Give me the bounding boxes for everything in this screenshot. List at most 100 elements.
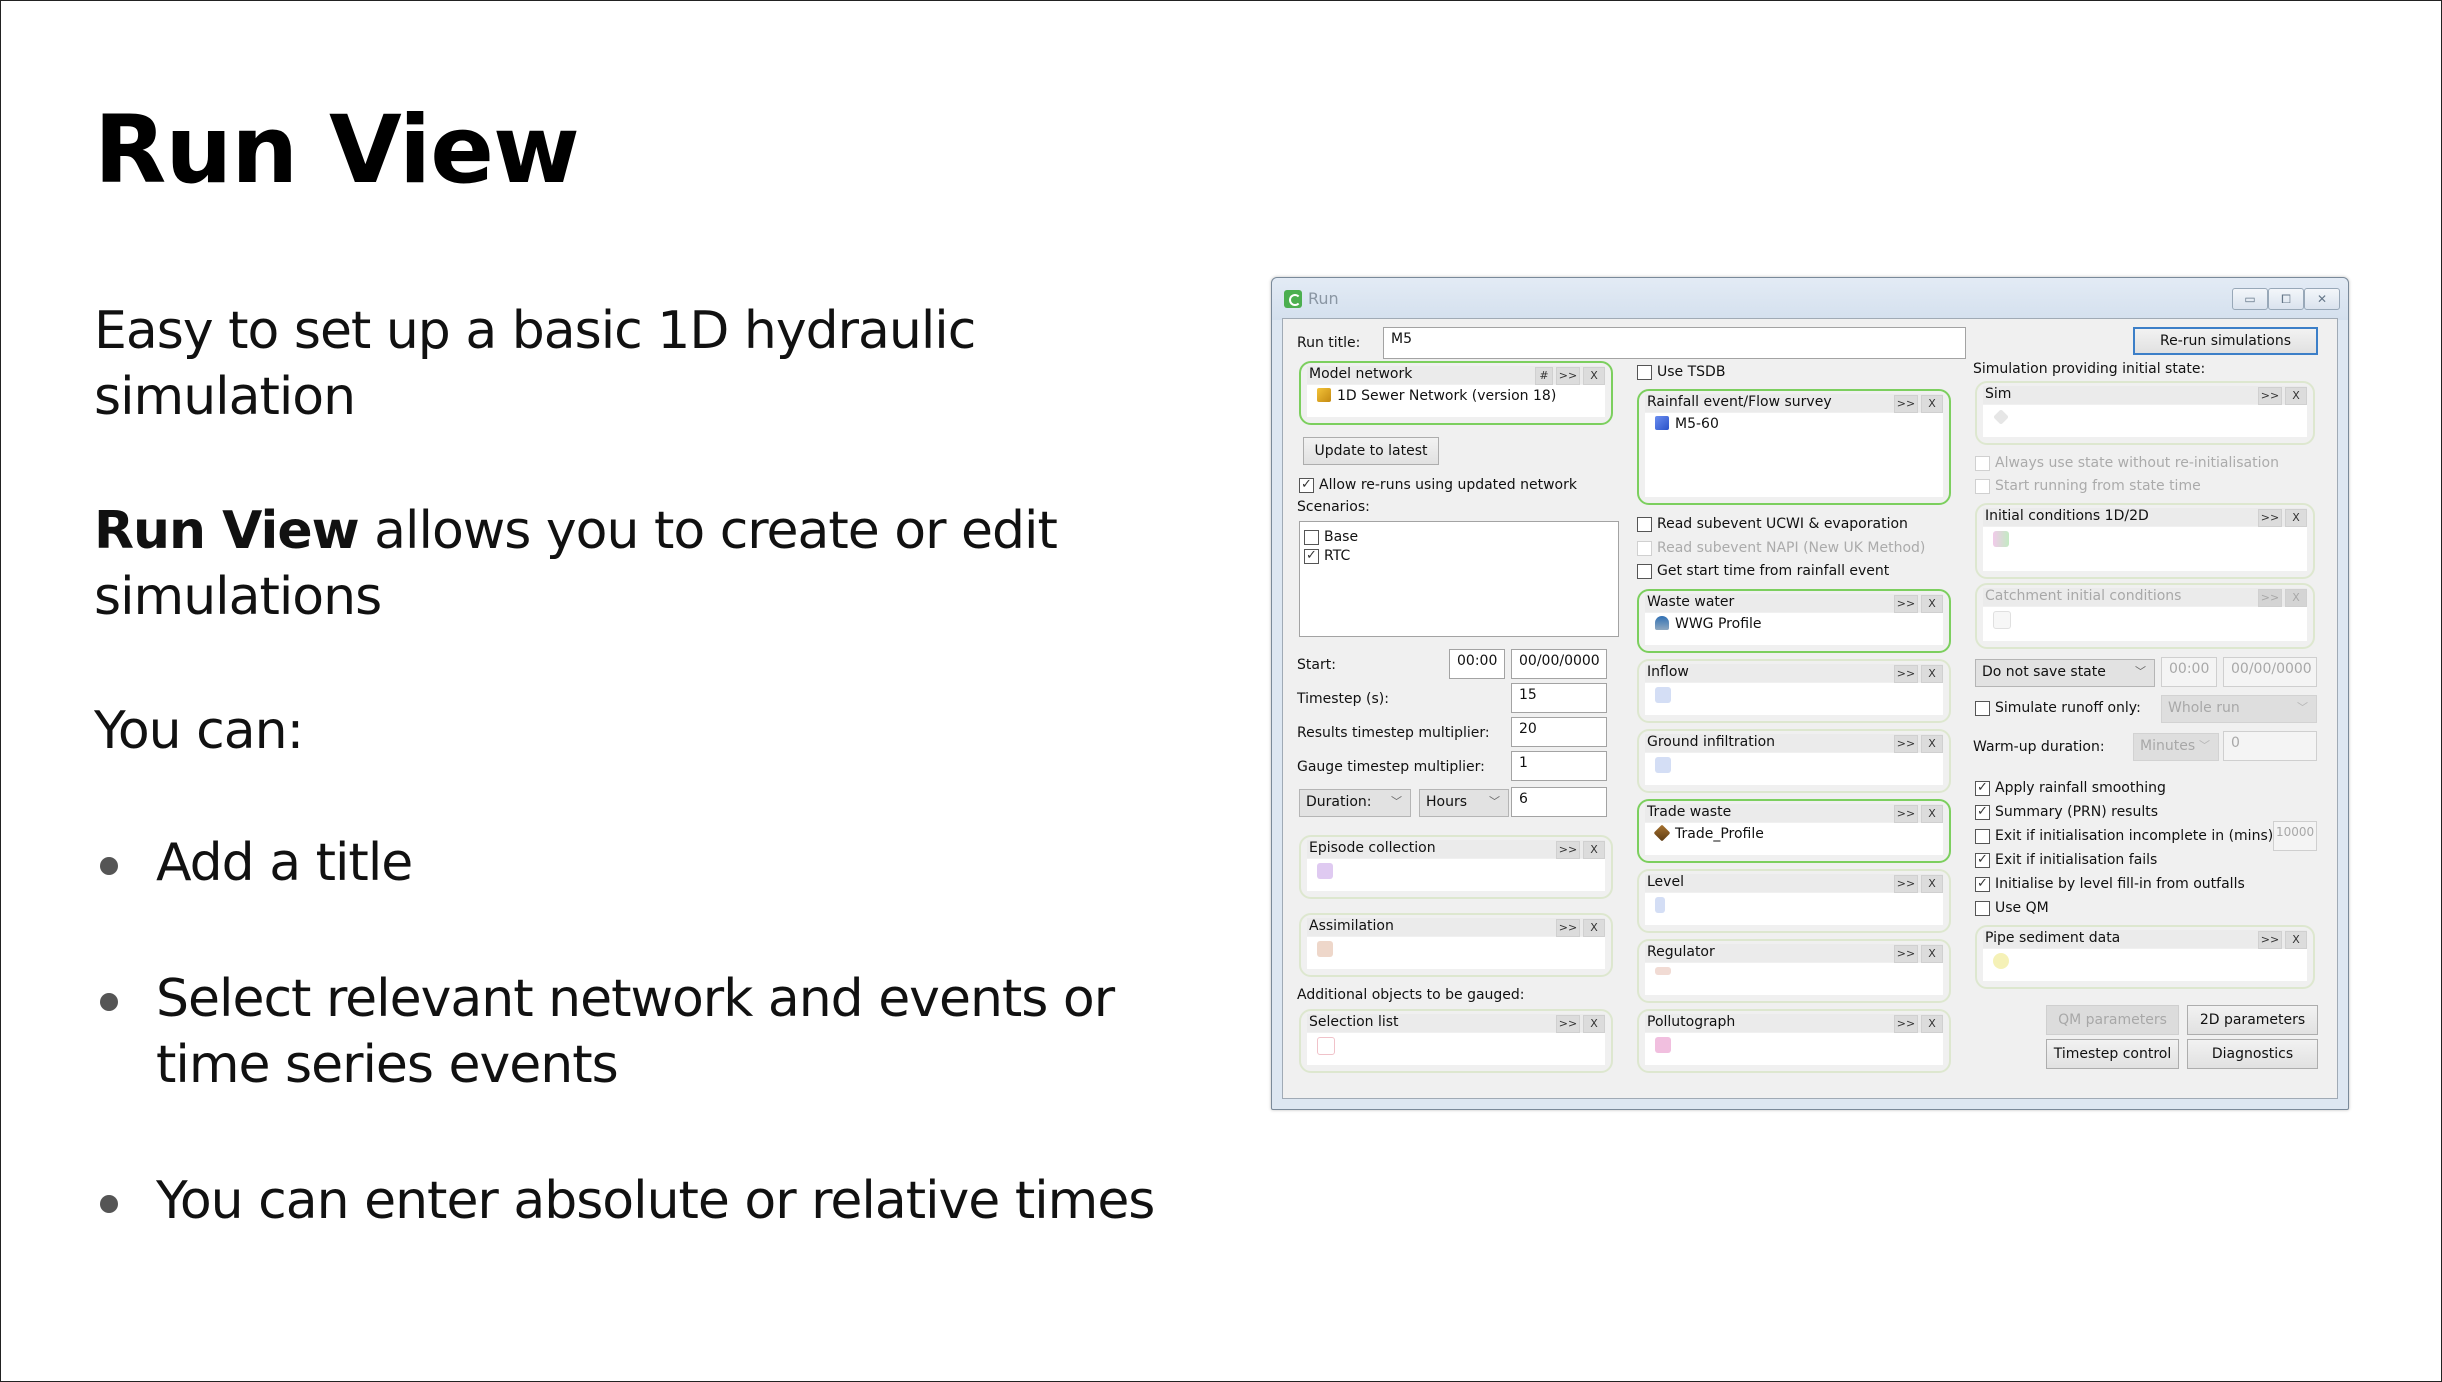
- allow-reruns-checkbox[interactable]: Allow re-runs using updated network: [1299, 476, 1577, 494]
- save-state-select[interactable]: Do not save state ﹀: [1975, 659, 2155, 687]
- timestep-input[interactable]: 15: [1511, 683, 1607, 713]
- summary-results-checkbox[interactable]: Summary (PRN) results: [1975, 803, 2158, 821]
- trade-waste-item[interactable]: Trade_Profile: [1653, 824, 1764, 842]
- initial-conditions-icon: [1993, 531, 2009, 547]
- use-tsdb-checkbox[interactable]: Use TSDB: [1637, 363, 1725, 381]
- selection-list-clear-button[interactable]: X: [1583, 1015, 1605, 1033]
- bullet-list: Add a title Select relevant network and …: [94, 830, 1214, 1304]
- inflow-clear-button[interactable]: X: [1921, 665, 1943, 683]
- chevron-down-icon: ﹀: [1489, 795, 1500, 808]
- rainfall-clear-button[interactable]: X: [1921, 395, 1943, 413]
- start-from-rainfall-checkbox[interactable]: Get start time from rainfall event: [1637, 562, 1889, 580]
- waste-water-clear-button[interactable]: X: [1921, 595, 1943, 613]
- inflow-browse-button[interactable]: >>: [1894, 665, 1918, 683]
- waste-water-browse-button[interactable]: >>: [1894, 595, 1918, 613]
- initial-conditions-group: Initial conditions 1D/2D >> X: [1975, 503, 2315, 579]
- pollutograph-browse-button[interactable]: >>: [1894, 1015, 1918, 1033]
- duration-unit-select[interactable]: Hours ﹀: [1419, 789, 1509, 817]
- episode-collection-icon: [1317, 863, 1333, 879]
- diagnostics-button[interactable]: Diagnostics: [2187, 1039, 2318, 1069]
- update-to-latest-button[interactable]: Update to latest: [1303, 437, 1439, 465]
- you-can-text: You can:: [94, 701, 304, 761]
- app-icon: [1284, 290, 1302, 308]
- pollutograph-clear-button[interactable]: X: [1921, 1015, 1943, 1033]
- catchment-ic-clear-button[interactable]: X: [2285, 589, 2307, 607]
- save-state-time-input[interactable]: 00:00: [2161, 657, 2217, 687]
- trade-waste-clear-button[interactable]: X: [1921, 805, 1943, 823]
- rainfall-event-item[interactable]: M5-60: [1655, 416, 1719, 432]
- scenario-rtc-checkbox[interactable]: RTC: [1304, 547, 1350, 565]
- catchment-ic-browse-button[interactable]: >>: [2258, 589, 2282, 607]
- pipe-sediment-clear-button[interactable]: X: [2285, 931, 2307, 949]
- trade-waste-browse-button[interactable]: >>: [1894, 805, 1918, 823]
- episode-collection-browse-button[interactable]: >>: [1556, 841, 1580, 859]
- warmup-unit-select[interactable]: Minutes ﹀: [2133, 733, 2219, 761]
- maximize-button[interactable]: ⧠: [2268, 288, 2304, 310]
- start-label: Start:: [1297, 657, 1336, 673]
- level-browse-button[interactable]: >>: [1894, 875, 1918, 893]
- model-network-item[interactable]: 1D Sewer Network (version 18): [1317, 388, 1556, 404]
- init-level-fill-checkbox[interactable]: Initialise by level fill-in from outfall…: [1975, 875, 2245, 893]
- gauge-multiplier-input[interactable]: 1: [1511, 751, 1607, 781]
- ground-infiltration-browse-button[interactable]: >>: [1894, 735, 1918, 753]
- close-icon: ✕: [2316, 292, 2328, 306]
- close-button[interactable]: ✕: [2304, 288, 2340, 310]
- episode-collection-clear-button[interactable]: X: [1583, 841, 1605, 859]
- model-network-browse-button[interactable]: >>: [1556, 367, 1580, 385]
- regulator-browse-button[interactable]: >>: [1894, 945, 1918, 963]
- ground-infiltration-group: Ground infiltration >> X: [1637, 729, 1951, 793]
- ground-infiltration-clear-button[interactable]: X: [1921, 735, 1943, 753]
- read-ucwi-checkbox[interactable]: Read subevent UCWI & evaporation: [1637, 515, 1908, 533]
- waste-water-item[interactable]: WWG Profile: [1655, 616, 1762, 632]
- start-time-input[interactable]: 00:00: [1449, 649, 1505, 679]
- run-title-input[interactable]: M5: [1383, 327, 1966, 359]
- chevron-down-icon: ﹀: [1391, 795, 1402, 808]
- always-use-state-checkbox[interactable]: Always use state without re-initialisati…: [1975, 454, 2279, 472]
- selection-list-browse-button[interactable]: >>: [1556, 1015, 1580, 1033]
- level-clear-button[interactable]: X: [1921, 875, 1943, 893]
- init-incomplete-minutes-input[interactable]: 10000: [2273, 821, 2317, 851]
- initial-conditions-clear-button[interactable]: X: [2285, 509, 2307, 527]
- maximize-icon: ⧠: [2281, 292, 2291, 306]
- assimilation-icon: [1317, 941, 1333, 957]
- timestep-control-button[interactable]: Timestep control: [2046, 1039, 2179, 1069]
- apply-rainfall-smoothing-checkbox[interactable]: Apply rainfall smoothing: [1975, 779, 2166, 797]
- sim-clear-button[interactable]: X: [2285, 387, 2307, 405]
- intro-text: Easy to set up a basic 1D hydraulic simu…: [94, 301, 976, 427]
- model-network-hash-button[interactable]: #: [1535, 367, 1553, 385]
- model-network-clear-button[interactable]: X: [1583, 367, 1605, 385]
- save-state-date-input[interactable]: 00/00/0000: [2223, 657, 2317, 687]
- sim-browse-button[interactable]: >>: [2258, 387, 2282, 405]
- start-date-input[interactable]: 00/00/0000: [1511, 649, 1607, 679]
- regulator-icon: [1655, 967, 1671, 975]
- trade-waste-icon: [1653, 824, 1671, 842]
- rerun-simulations-button[interactable]: Re-run simulations: [2133, 327, 2318, 355]
- simulate-runoff-checkbox[interactable]: Simulate runoff only:: [1975, 699, 2141, 717]
- scenario-base-checkbox[interactable]: Base: [1304, 528, 1358, 546]
- 2d-parameters-button[interactable]: 2D parameters: [2187, 1005, 2318, 1035]
- duration-input[interactable]: 6: [1511, 787, 1607, 817]
- initial-conditions-browse-button[interactable]: >>: [2258, 509, 2282, 527]
- run-title-label: Run title:: [1297, 335, 1361, 351]
- use-qm-checkbox[interactable]: Use QM: [1975, 899, 2049, 917]
- duration-mode-select[interactable]: Duration: ﹀: [1299, 789, 1411, 817]
- episode-collection-group: Episode collection >> X: [1299, 835, 1613, 899]
- model-network-title: Model network: [1309, 366, 1413, 382]
- qm-parameters-button[interactable]: QM parameters: [2046, 1005, 2179, 1035]
- results-multiplier-input[interactable]: 20: [1511, 717, 1607, 747]
- exit-init-incomplete-checkbox[interactable]: Exit if initialisation incomplete in (mi…: [1975, 827, 2278, 845]
- runoff-period-select[interactable]: Whole run ﹀: [2161, 695, 2317, 723]
- warmup-input[interactable]: 0: [2223, 731, 2317, 761]
- assimilation-clear-button[interactable]: X: [1583, 919, 1605, 937]
- dialog-titlebar[interactable]: Run ▭ ⧠ ✕: [1272, 278, 2348, 320]
- pipe-sediment-browse-button[interactable]: >>: [2258, 931, 2282, 949]
- exit-init-fails-checkbox[interactable]: Exit if initialisation fails: [1975, 851, 2157, 869]
- minimize-icon: ▭: [2244, 292, 2256, 306]
- regulator-clear-button[interactable]: X: [1921, 945, 1943, 963]
- start-from-state-checkbox[interactable]: Start running from state time: [1975, 477, 2201, 495]
- minimize-button[interactable]: ▭: [2232, 288, 2268, 310]
- rainfall-browse-button[interactable]: >>: [1894, 395, 1918, 413]
- catchment-ic-icon: [1993, 611, 2011, 629]
- read-napi-checkbox[interactable]: Read subevent NAPI (New UK Method): [1637, 539, 1925, 557]
- assimilation-browse-button[interactable]: >>: [1556, 919, 1580, 937]
